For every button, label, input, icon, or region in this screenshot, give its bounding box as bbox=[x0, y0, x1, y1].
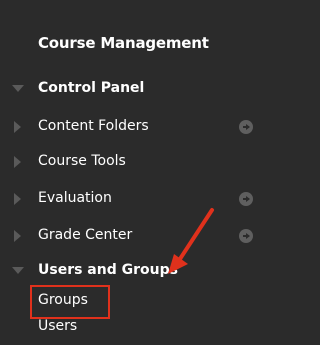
go-arrow-icon[interactable] bbox=[239, 229, 253, 243]
menu-item-label: Course Tools bbox=[38, 153, 126, 169]
highlight-box bbox=[30, 285, 110, 319]
chevron-down-icon[interactable] bbox=[12, 85, 24, 92]
menu-item-content-folders[interactable]: Content Folders bbox=[0, 112, 253, 142]
menu-item-control-panel[interactable]: Control Panel bbox=[0, 74, 247, 104]
course-management-panel: Course Management Control Panel Content … bbox=[0, 0, 253, 345]
menu-item-label: Control Panel bbox=[38, 80, 145, 96]
chevron-right-icon[interactable] bbox=[14, 193, 21, 205]
menu-item-course-tools[interactable]: Course Tools bbox=[0, 147, 247, 177]
chevron-right-icon[interactable] bbox=[14, 156, 21, 168]
go-arrow-icon[interactable] bbox=[239, 120, 253, 134]
menu-item-label: Content Folders bbox=[38, 118, 149, 134]
menu-item-label: Grade Center bbox=[38, 227, 133, 243]
submenu-item-users[interactable]: Users bbox=[38, 318, 77, 334]
chevron-right-icon[interactable] bbox=[14, 121, 21, 133]
panel-title: Course Management bbox=[38, 34, 209, 52]
annotation-arrow-icon bbox=[168, 208, 214, 274]
chevron-right-icon[interactable] bbox=[14, 230, 21, 242]
go-arrow-icon[interactable] bbox=[239, 192, 253, 206]
chevron-down-icon[interactable] bbox=[12, 267, 24, 274]
menu-item-label: Evaluation bbox=[38, 190, 112, 206]
